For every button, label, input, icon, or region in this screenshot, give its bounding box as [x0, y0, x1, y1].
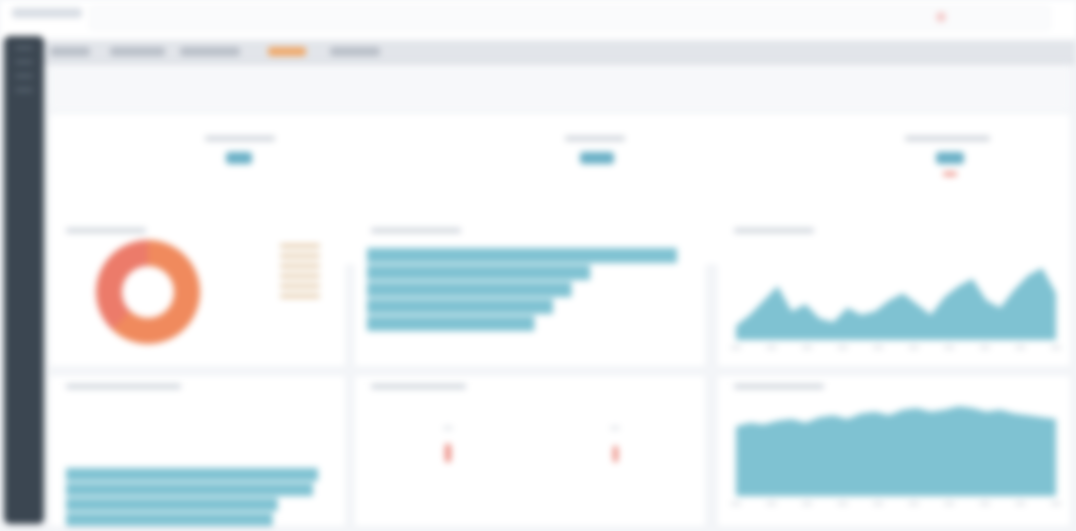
donut-chart[interactable]: [96, 240, 200, 344]
alert-marker[interactable]: [445, 444, 451, 462]
area-series[interactable]: [736, 268, 1056, 340]
x-tick-mark: [944, 346, 955, 349]
x-tick-mark: [802, 346, 813, 349]
x-tick-mark: [1015, 502, 1026, 505]
legend-item: [280, 254, 320, 258]
bar[interactable]: [367, 265, 591, 280]
home-icon[interactable]: [15, 60, 33, 64]
tab-4-active[interactable]: [268, 47, 306, 56]
x-tick-mark: [766, 346, 777, 349]
filter-bar: [50, 66, 1070, 110]
x-tick-mark: [979, 346, 990, 349]
marker-panel: [355, 376, 705, 526]
kpi-trend-mark: [943, 172, 957, 176]
bar[interactable]: [66, 468, 318, 481]
x-tick-mark: [1051, 502, 1061, 505]
bar[interactable]: [66, 513, 273, 526]
marker-label-mark: [610, 426, 620, 430]
tab-strip: [40, 40, 1076, 64]
x-tick-mark: [908, 502, 919, 505]
alert-marker[interactable]: [613, 446, 618, 462]
dashboard-window: [0, 0, 1076, 531]
area-panel-2: [718, 376, 1070, 526]
x-tick-mark: [1051, 346, 1061, 349]
kpi-value-mark: [936, 152, 964, 164]
tab-2[interactable]: [110, 47, 165, 56]
panel-title-mark: [66, 228, 146, 233]
x-tick-mark: [944, 502, 955, 505]
x-tick-mark: [908, 346, 919, 349]
x-tick-mark: [837, 346, 848, 349]
x-tick-mark: [873, 502, 884, 505]
kpi-label-mark: [205, 136, 275, 141]
main-content: [50, 66, 1070, 531]
tab-3[interactable]: [180, 47, 240, 56]
x-tick-mark: [731, 346, 741, 349]
menu-icon[interactable]: [15, 46, 33, 50]
x-tick-mark: [979, 502, 990, 505]
marker-label-mark: [443, 426, 453, 430]
x-tick-mark: [802, 502, 813, 505]
bar-chart[interactable]: [355, 218, 705, 366]
legend-item: [280, 274, 320, 278]
legend-item: [280, 264, 320, 268]
tab-1[interactable]: [50, 47, 90, 56]
area-chart-2[interactable]: [718, 376, 1070, 526]
kpi-value-mark: [226, 152, 252, 164]
bar[interactable]: [367, 282, 572, 297]
legend-item: [280, 284, 320, 288]
panel-title-mark: [371, 384, 466, 389]
bar[interactable]: [367, 248, 677, 263]
area-series[interactable]: [736, 406, 1056, 496]
kpi-label-mark: [565, 136, 625, 141]
donut-legend: [280, 244, 320, 304]
tab-5[interactable]: [330, 47, 380, 56]
bar-panel: [355, 218, 705, 366]
x-tick-mark: [837, 502, 848, 505]
chart-icon[interactable]: [15, 74, 33, 78]
kpi-label-mark: [905, 136, 990, 141]
x-tick-mark: [873, 346, 884, 349]
kpi-value-mark: [580, 152, 614, 164]
search-input[interactable]: [90, 6, 1050, 30]
legend-item: [280, 294, 320, 298]
bar-chart-2[interactable]: [50, 376, 345, 526]
bar[interactable]: [367, 299, 553, 314]
legend-item: [280, 244, 320, 248]
x-tick-mark: [1015, 346, 1026, 349]
bar[interactable]: [66, 498, 278, 511]
bar[interactable]: [66, 483, 313, 496]
notification-icon[interactable]: [936, 12, 946, 22]
settings-icon[interactable]: [15, 88, 33, 92]
donut-panel: [50, 218, 345, 366]
area-chart[interactable]: [718, 218, 1070, 366]
area-panel: [718, 218, 1070, 366]
x-tick-mark: [766, 502, 777, 505]
app-logo: [12, 8, 82, 18]
bar[interactable]: [367, 316, 535, 331]
x-tick-mark: [731, 502, 741, 505]
top-bar: [0, 0, 1076, 40]
bar-panel-2: [50, 376, 345, 526]
sidebar: [4, 36, 44, 524]
